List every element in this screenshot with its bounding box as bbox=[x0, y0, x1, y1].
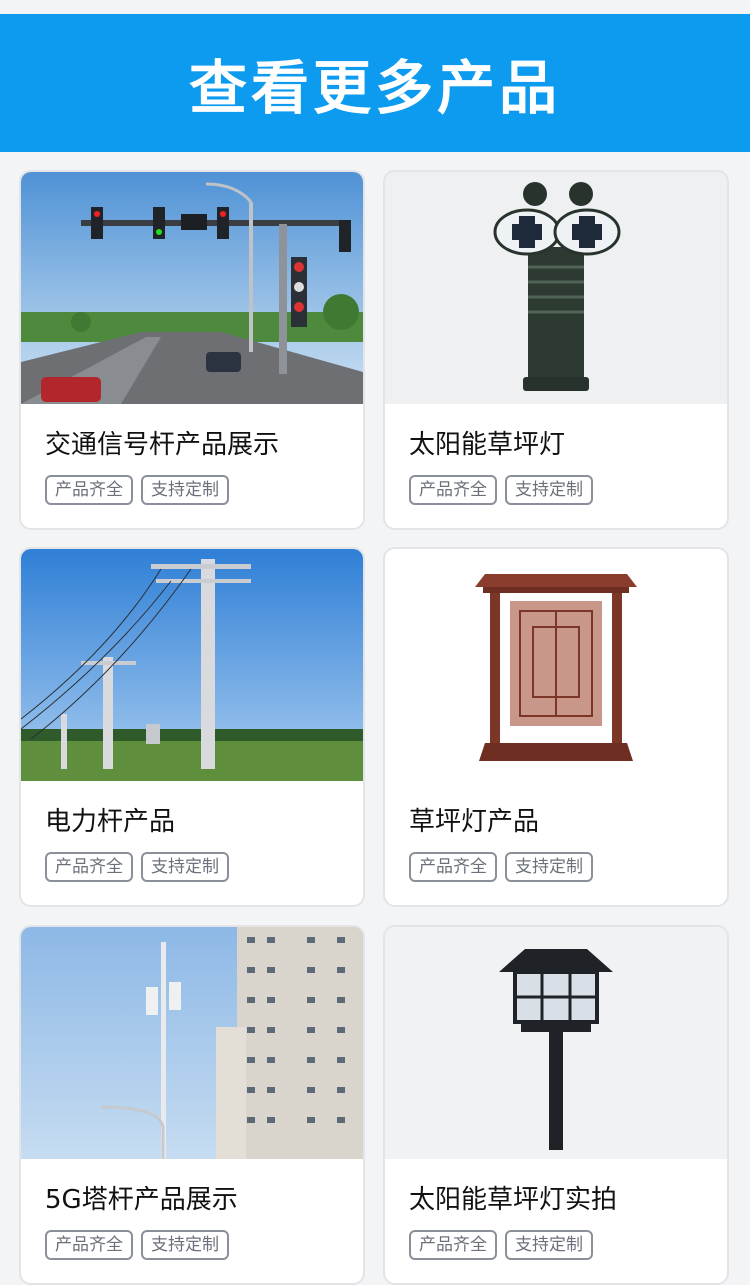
tag-group: 产品齐全 支持定制 bbox=[409, 1230, 593, 1260]
banner: 查看更多产品 bbox=[0, 14, 750, 152]
tag-group: 产品齐全 支持定制 bbox=[45, 475, 229, 505]
tag-complete: 产品齐全 bbox=[45, 852, 133, 882]
product-title: 5G塔杆产品展示 bbox=[45, 1185, 238, 1215]
tag-complete: 产品齐全 bbox=[409, 852, 497, 882]
tag-complete: 产品齐全 bbox=[409, 1230, 497, 1260]
tag-group: 产品齐全 支持定制 bbox=[45, 852, 229, 882]
product-card-solar-lawn-lamp[interactable]: 太阳能草坪灯 产品齐全 支持定制 bbox=[383, 170, 729, 530]
solar-lawn-lamp-real-image bbox=[385, 927, 727, 1159]
tag-group: 产品齐全 支持定制 bbox=[45, 1230, 229, 1260]
product-title: 交通信号杆产品展示 bbox=[45, 430, 280, 460]
tag-custom: 支持定制 bbox=[505, 475, 593, 505]
tag-group: 产品齐全 支持定制 bbox=[409, 852, 593, 882]
lawn-lamp-image bbox=[385, 549, 727, 781]
product-card-lawn-lamp[interactable]: 草坪灯产品 产品齐全 支持定制 bbox=[383, 547, 729, 907]
traffic-signal-pole-image bbox=[21, 172, 363, 404]
product-card-5g-tower-pole[interactable]: 5G塔杆产品展示 产品齐全 支持定制 bbox=[19, 925, 365, 1285]
tag-complete: 产品齐全 bbox=[409, 475, 497, 505]
tag-complete: 产品齐全 bbox=[45, 1230, 133, 1260]
tag-custom: 支持定制 bbox=[141, 1230, 229, 1260]
tag-custom: 支持定制 bbox=[505, 1230, 593, 1260]
product-card-power-pole[interactable]: 电力杆产品 产品齐全 支持定制 bbox=[19, 547, 365, 907]
product-card-solar-lawn-lamp-real[interactable]: 太阳能草坪灯实拍 产品齐全 支持定制 bbox=[383, 925, 729, 1285]
tag-custom: 支持定制 bbox=[505, 852, 593, 882]
tag-complete: 产品齐全 bbox=[45, 475, 133, 505]
power-pole-image bbox=[21, 549, 363, 781]
product-title: 太阳能草坪灯 bbox=[409, 430, 566, 460]
tag-group: 产品齐全 支持定制 bbox=[409, 475, 593, 505]
tag-custom: 支持定制 bbox=[141, 852, 229, 882]
product-title: 草坪灯产品 bbox=[409, 807, 540, 837]
product-title: 电力杆产品 bbox=[45, 807, 176, 837]
tag-custom: 支持定制 bbox=[141, 475, 229, 505]
solar-lawn-lamp-image bbox=[385, 172, 727, 404]
5g-tower-pole-image bbox=[21, 927, 363, 1159]
banner-title: 查看更多产品 bbox=[188, 54, 561, 122]
product-title: 太阳能草坪灯实拍 bbox=[409, 1185, 618, 1215]
product-card-traffic-signal-pole[interactable]: 交通信号杆产品展示 产品齐全 支持定制 bbox=[19, 170, 365, 530]
